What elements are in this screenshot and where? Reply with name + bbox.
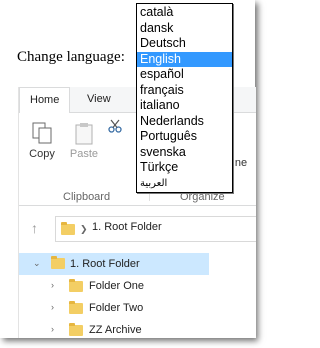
up-arrow-icon[interactable]: ↑ [31, 220, 38, 236]
language-option[interactable]: italiano [137, 98, 232, 114]
paste-button[interactable]: Paste [65, 121, 103, 160]
chevron-right-icon[interactable]: › [51, 324, 54, 334]
chevron-right-icon[interactable]: › [51, 280, 54, 290]
language-option[interactable]: svenska [137, 145, 232, 161]
cut-button[interactable] [108, 119, 122, 136]
tree-item-label: 1. Root Folder [70, 258, 140, 270]
partial-ribbon-label: ne [234, 157, 248, 169]
address-path: 1. Root Folder [92, 221, 162, 233]
tab-home[interactable]: Home [19, 87, 71, 114]
tree-item-root[interactable]: ⌄ 1. Root Folder [19, 253, 209, 275]
folder-icon [69, 279, 83, 292]
navigation-tree: ⌄ 1. Root Folder › Folder One › Folder T… [19, 249, 256, 338]
change-language-label: Change language: [17, 49, 125, 65]
scissors-icon [108, 119, 122, 133]
chevron-down-icon[interactable]: ⌄ [33, 258, 41, 269]
language-option[interactable]: Português [137, 129, 232, 145]
tree-item-folder-one[interactable]: › Folder One [19, 275, 256, 297]
clipboard-group-label: Clipboard [63, 191, 111, 203]
chevron-right-icon: ❯ [80, 224, 88, 234]
tree-item-archive[interactable]: › ZZ Archive [19, 319, 256, 338]
language-option[interactable]: العربية [137, 176, 232, 192]
address-bar: ↑ ❯ 1. Root Folder [19, 209, 256, 249]
address-input[interactable]: ❯ 1. Root Folder [55, 216, 256, 242]
language-option[interactable]: français [137, 83, 232, 99]
language-option-selected[interactable]: English [137, 51, 232, 67]
chevron-right-icon[interactable]: › [51, 302, 54, 312]
folder-icon [51, 256, 65, 269]
language-option[interactable]: català [137, 5, 232, 21]
folder-icon [69, 323, 83, 336]
paste-icon [75, 123, 93, 145]
tree-item-label: ZZ Archive [89, 324, 142, 336]
folder-icon [69, 301, 83, 314]
folder-icon [61, 222, 75, 235]
language-option[interactable]: Nederlands [137, 114, 232, 130]
language-dropdown-list[interactable]: català dansk Deutsch English español fra… [136, 3, 233, 193]
language-option[interactable]: dansk [137, 21, 232, 37]
language-option[interactable]: Deutsch [137, 36, 232, 52]
tree-item-label: Folder One [89, 280, 145, 292]
tree-item-label: Folder Two [89, 302, 144, 314]
copy-icon [32, 122, 52, 144]
screenshot-frame: Change language: Home View Copy Paste Cl… [0, 0, 256, 338]
copy-button[interactable]: Copy [25, 121, 59, 160]
tab-view[interactable]: View [77, 87, 121, 112]
copy-label: Copy [29, 148, 55, 160]
tree-item-folder-two[interactable]: › Folder Two [19, 297, 256, 319]
language-option[interactable]: Türkçe [137, 160, 232, 176]
language-option[interactable]: español [137, 67, 232, 83]
paste-label: Paste [69, 148, 99, 160]
